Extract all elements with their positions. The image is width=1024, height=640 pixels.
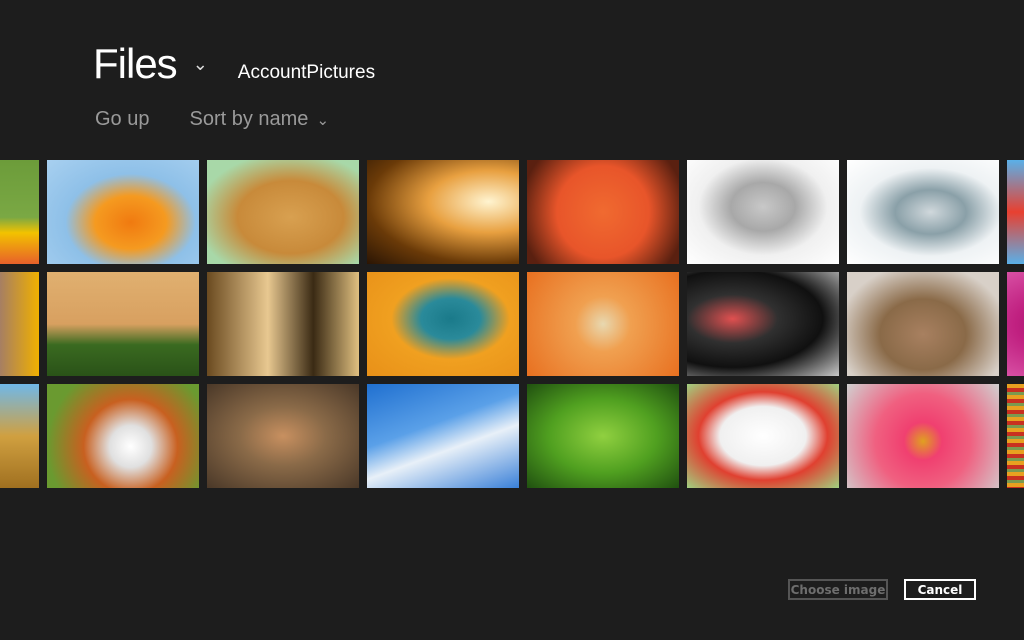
image-tile[interactable]	[687, 160, 839, 264]
image-grid	[0, 160, 1024, 488]
image-tile[interactable]	[0, 272, 39, 376]
image-tile[interactable]	[847, 160, 999, 264]
image-tile[interactable]	[367, 160, 519, 264]
image-tile[interactable]	[207, 384, 359, 488]
choose-image-button[interactable]: Choose image	[788, 579, 888, 600]
image-tile[interactable]	[687, 384, 839, 488]
image-tile[interactable]	[687, 272, 839, 376]
sort-label: Sort by name	[189, 108, 309, 130]
image-tile[interactable]	[527, 160, 679, 264]
current-folder: AccountPictures	[237, 62, 376, 83]
image-tile[interactable]	[367, 384, 519, 488]
image-tile[interactable]	[207, 272, 359, 376]
action-bar: Choose image Cancel	[788, 579, 976, 600]
chevron-down-icon[interactable]: ⌄	[193, 54, 208, 75]
go-up-button[interactable]: Go up	[95, 108, 149, 131]
image-tile[interactable]	[0, 384, 39, 488]
image-tile[interactable]	[207, 160, 359, 264]
page-title: Files	[93, 40, 178, 87]
image-tile[interactable]	[1007, 160, 1024, 264]
image-tile[interactable]	[47, 160, 199, 264]
image-tile[interactable]	[1007, 384, 1024, 488]
image-tile[interactable]	[527, 384, 679, 488]
image-tile[interactable]	[1007, 272, 1024, 376]
image-tile[interactable]	[527, 272, 679, 376]
chevron-down-icon: ⌄	[316, 111, 330, 129]
cancel-button[interactable]: Cancel	[904, 579, 976, 600]
header: Files ⌄ AccountPictures	[93, 40, 375, 88]
image-tile[interactable]	[0, 160, 39, 264]
image-tile[interactable]	[47, 272, 199, 376]
image-tile[interactable]	[47, 384, 199, 488]
toolbar: Go up Sort by name ⌄	[95, 108, 329, 131]
sort-dropdown[interactable]: Sort by name ⌄	[189, 108, 329, 131]
image-tile[interactable]	[847, 384, 999, 488]
image-tile[interactable]	[847, 272, 999, 376]
image-tile[interactable]	[367, 272, 519, 376]
